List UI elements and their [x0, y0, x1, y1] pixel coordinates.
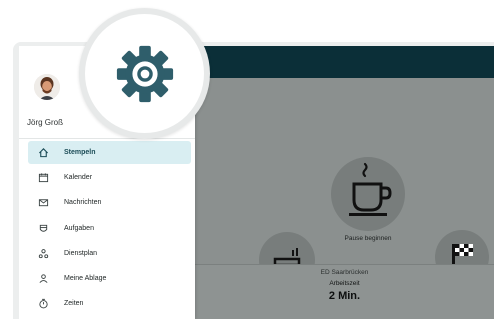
tasks-icon [28, 223, 58, 234]
sidebar-nav: Stempeln Kalender Nachrichten Aufgaben D… [28, 141, 191, 317]
calendar-icon [28, 172, 58, 183]
sidebar-item-meine-ablage[interactable]: Meine Ablage [28, 267, 191, 290]
sidebar-divider [19, 138, 195, 139]
storage-icon [28, 273, 58, 284]
magnifier-inner [85, 14, 204, 133]
sidebar-item-label: Dienstplan [64, 249, 98, 257]
sidebar-item-label: Nachrichten [64, 199, 102, 207]
sidebar-item-label: Stempeln [64, 149, 96, 156]
timer-icon [28, 298, 58, 309]
sidebar-item-dienstplan[interactable]: Dienstplan [28, 242, 191, 265]
coffee-cup-icon [349, 162, 392, 216]
status-bar: ED Saarbrücken Arbeitszeit 2 Min. [195, 264, 494, 319]
sidebar-item-kalender[interactable]: Kalender [28, 166, 191, 189]
gear-icon[interactable] [114, 43, 176, 105]
sidebar-item-nachrichten[interactable]: Nachrichten [28, 191, 191, 214]
home-icon [28, 147, 58, 158]
pause-button[interactable] [331, 157, 405, 231]
mail-icon [28, 197, 58, 208]
work-time-value: 2 Min. [328, 290, 361, 302]
sidebar-item-label: Meine Ablage [64, 274, 107, 282]
user-name: Jörg Groß [27, 118, 64, 127]
sidebar-item-stempeln[interactable]: Stempeln [28, 141, 191, 164]
gear-magnifier [79, 8, 210, 139]
schedule-icon [28, 248, 58, 259]
sidebar-item-label: Aufgaben [64, 224, 94, 232]
sidebar-item-label: Zeiten [64, 300, 84, 308]
work-time-label: Arbeitszeit [329, 280, 360, 287]
sidebar-item-aufgaben[interactable]: Aufgaben [28, 217, 191, 240]
pause-label: Pause beginnen [344, 235, 392, 242]
sidebar-item-label: Kalender [64, 174, 93, 182]
avatar[interactable] [34, 74, 60, 100]
location-label: ED Saarbrücken [320, 269, 369, 276]
sidebar-item-zeiten[interactable]: Zeiten [28, 292, 191, 315]
app-stage: Pause beginnen ED Saarbrücken Arbeitszei… [0, 0, 494, 319]
main-area: Pause beginnen ED Saarbrücken Arbeitszei… [195, 78, 494, 319]
